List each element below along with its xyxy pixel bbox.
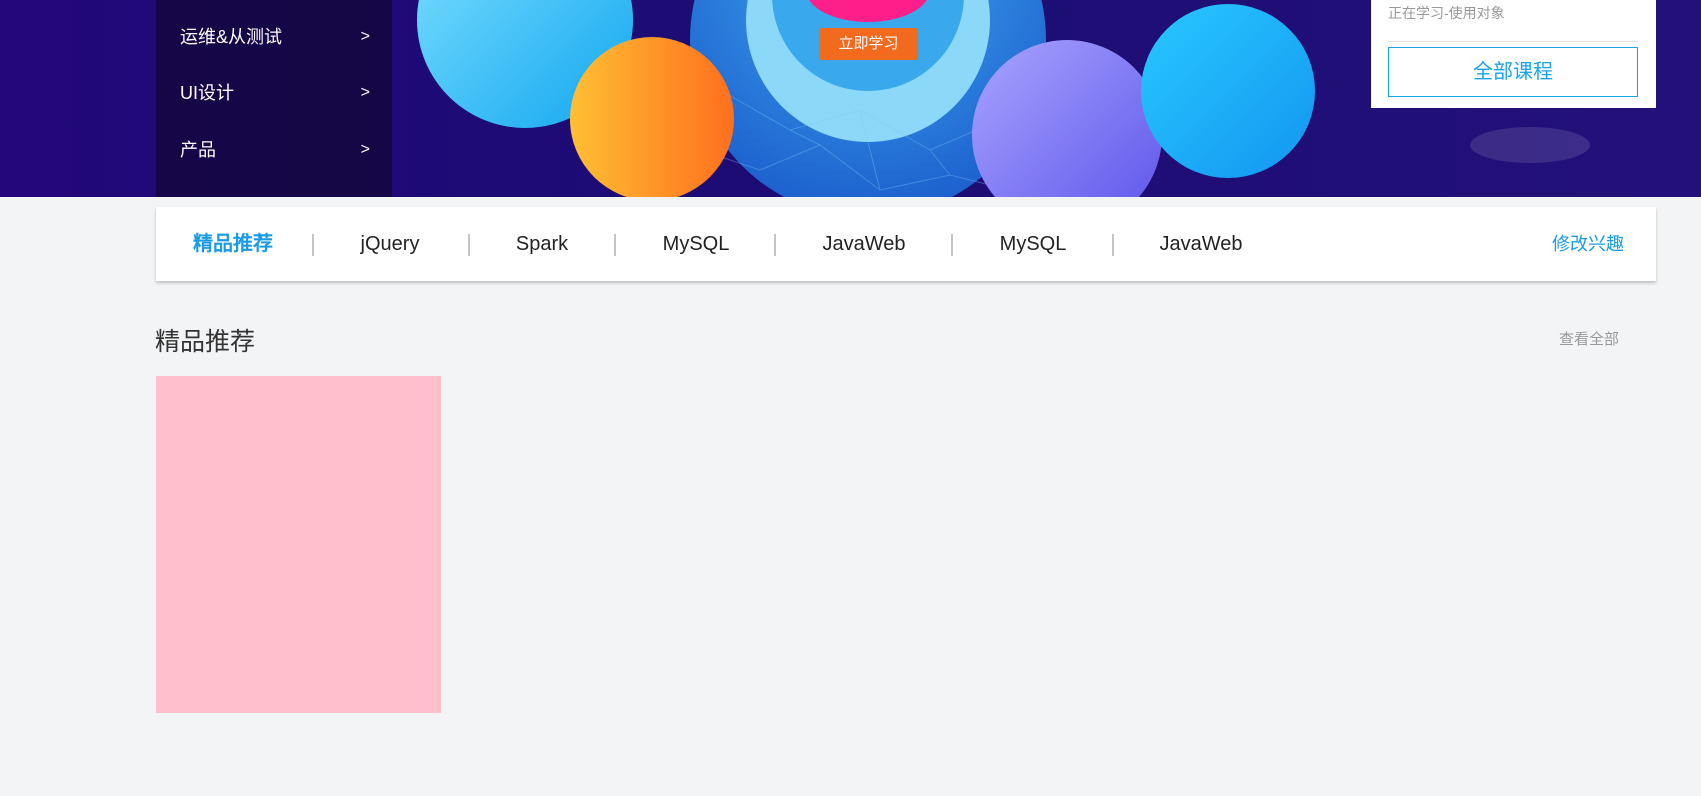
tab-jquery[interactable]: jQuery (361, 207, 420, 281)
chevron-right-icon: > (360, 84, 370, 101)
hero-banner[interactable]: 运维&从测试 > UI设计 > 产品 > 立即学习 正在学习-使用对象 全部课程 (0, 0, 1701, 197)
tab-divider (312, 234, 314, 256)
tab-divider (614, 234, 616, 256)
category-item-ops-testing[interactable]: 运维&从测试 > (180, 22, 370, 52)
start-learning-button[interactable]: 立即学习 (819, 28, 918, 60)
course-card[interactable] (156, 376, 441, 713)
tab-javaweb-2[interactable]: JavaWeb (1159, 207, 1242, 281)
category-label: UI设计 (180, 83, 234, 103)
tab-divider (951, 234, 953, 256)
category-item-ui-design[interactable]: UI设计 > (180, 78, 370, 108)
category-label: 产品 (180, 140, 216, 160)
chevron-right-icon: > (360, 141, 370, 158)
category-item-product[interactable]: 产品 > (180, 135, 370, 165)
interest-tabs-bar: 精品推荐 jQuery Spark MySQL JavaWeb MySQL Ja… (156, 207, 1656, 281)
user-card: 正在学习-使用对象 全部课程 (1371, 0, 1656, 108)
view-all-link[interactable]: 查看全部 (1559, 328, 1619, 349)
tab-javaweb[interactable]: JavaWeb (822, 207, 905, 281)
tab-mysql[interactable]: MySQL (663, 207, 730, 281)
divider (1388, 41, 1638, 42)
tab-divider (774, 234, 776, 256)
tab-divider (1112, 234, 1114, 256)
tab-featured[interactable]: 精品推荐 (193, 207, 273, 281)
chevron-right-icon: > (360, 28, 370, 45)
category-menu: 运维&从测试 > UI设计 > 产品 > (156, 0, 392, 197)
category-label: 运维&从测试 (180, 27, 283, 47)
edit-interests-link[interactable]: 修改兴趣 (1552, 207, 1624, 281)
all-courses-button[interactable]: 全部课程 (1388, 47, 1638, 97)
user-card-subtitle: 正在学习-使用对象 (1388, 5, 1505, 21)
tab-mysql-2[interactable]: MySQL (1000, 207, 1067, 281)
section-title: 精品推荐 (155, 328, 256, 356)
tab-divider (468, 234, 470, 256)
tab-spark[interactable]: Spark (516, 207, 568, 281)
